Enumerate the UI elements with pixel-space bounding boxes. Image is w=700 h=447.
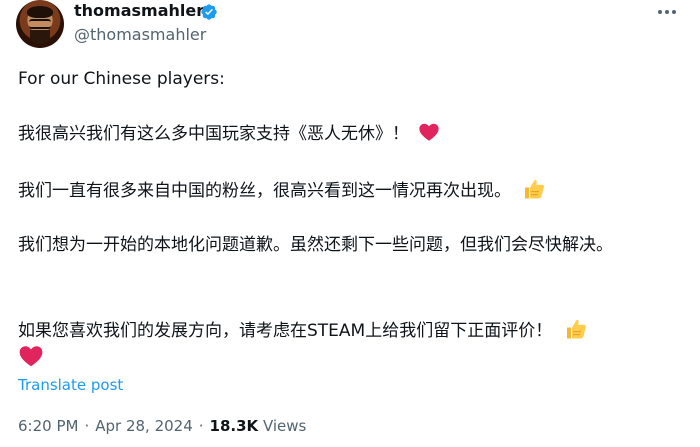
avatar-glasses [29, 19, 51, 29]
tweet-paragraph-5: 如果您喜欢我们的发展方向，请考虑在STEAM上给我们留下正面评价！ [18, 317, 658, 344]
more-options-button[interactable] [656, 6, 678, 18]
tweet-date[interactable]: Apr 28, 2024 [95, 417, 193, 435]
tweet-time[interactable]: 6:20 PM [18, 417, 78, 435]
translate-post-link[interactable]: Translate post [18, 376, 123, 394]
meta-separator: · [198, 417, 204, 435]
more-dot-icon [665, 10, 669, 14]
more-dot-icon [672, 10, 676, 14]
verified-badge-icon[interactable] [200, 3, 218, 21]
tweet-header: thomasmahler @thomasmahler [0, 0, 700, 60]
tweet-paragraph-4: 我们想为一开始的本地化问题道歉。虽然还剩下一些问题，但我们会尽快解决。 [18, 235, 613, 255]
red-heart-icon [19, 346, 43, 367]
author-handle[interactable]: @thomasmahler [74, 25, 206, 45]
thumbs-up-icon [525, 179, 545, 199]
red-heart-icon [419, 123, 440, 141]
tweet-paragraph-2: 我很高兴我们有这么多中国玩家支持《恶人无休》！ [18, 121, 440, 147]
tweet-paragraph-3: 我们一直有很多来自中国的粉丝，很高兴看到这一情况再次出现。 [18, 177, 546, 204]
tweet-paragraph-3-text: 我们一直有很多来自中国的粉丝，很高兴看到这一情况再次出现。 [18, 181, 511, 201]
tweet-paragraph-1: For our Chinese players: [18, 69, 225, 89]
views-count[interactable]: 18.3K [210, 417, 259, 435]
author-display-name[interactable]: thomasmahler [74, 1, 204, 21]
tweet-paragraph-2-text: 我很高兴我们有这么多中国玩家支持《恶人无休》！ [18, 124, 409, 144]
thumbs-up-icon [566, 319, 586, 339]
tweet-meta: 6:20 PM · Apr 28, 2024 · 18.3K Views [18, 417, 306, 435]
avatar-hair [27, 6, 53, 18]
more-dot-icon [658, 10, 662, 14]
meta-separator: · [84, 417, 90, 435]
views-label: Views [262, 417, 307, 435]
tweet-paragraph-5-text: 如果您喜欢我们的发展方向，请考虑在STEAM上给我们留下正面评价！ [18, 321, 553, 341]
avatar-beard [30, 30, 50, 44]
avatar[interactable] [16, 0, 64, 48]
